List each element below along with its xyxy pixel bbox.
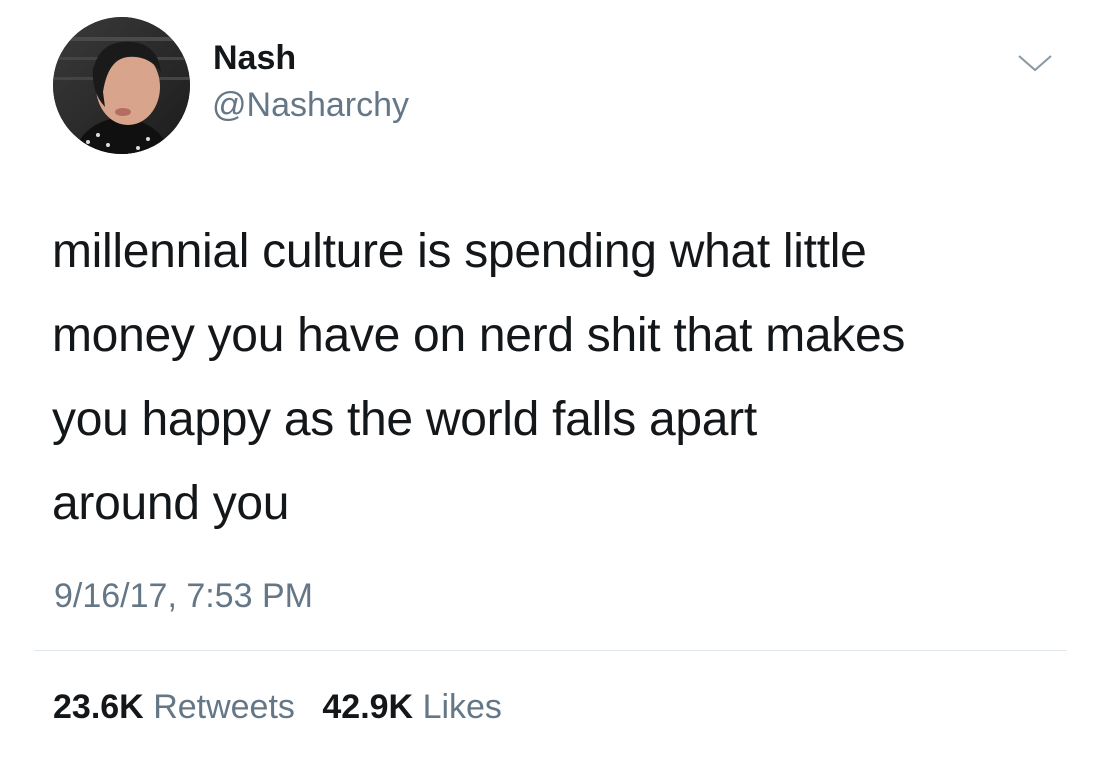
chevron-down-icon[interactable]	[1015, 50, 1055, 76]
divider	[34, 650, 1067, 651]
avatar-image	[53, 17, 190, 154]
likes-stat[interactable]: 42.9K Likes	[322, 687, 502, 727]
tweet-timestamp[interactable]: 9/16/17, 7:53 PM	[54, 576, 313, 616]
author-handle[interactable]: @Nasharchy	[212, 85, 409, 125]
likes-count: 42.9K	[322, 688, 414, 726]
avatar[interactable]	[53, 17, 190, 154]
tweet-card: Nash @Nasharchy millennial culture is sp…	[0, 0, 1100, 761]
tweet-text-line: millennial culture is spending what litt…	[52, 225, 867, 278]
tweet-text: millennial culture is spending what litt…	[52, 210, 1072, 546]
likes-label: Likes	[422, 688, 502, 726]
retweets-count: 23.6K	[53, 688, 144, 726]
author-name[interactable]: Nash	[213, 38, 296, 78]
retweets-label: Retweets	[153, 688, 295, 726]
tweet-text-line: you happy as the world falls apart	[52, 393, 757, 446]
tweet-stats: 23.6K Retweets 42.9K Likes	[53, 687, 520, 727]
retweets-stat[interactable]: 23.6K Retweets	[53, 687, 295, 727]
tweet-text-line: around you	[52, 477, 290, 530]
tweet-text-line: money you have on nerd shit that makes	[52, 309, 906, 362]
